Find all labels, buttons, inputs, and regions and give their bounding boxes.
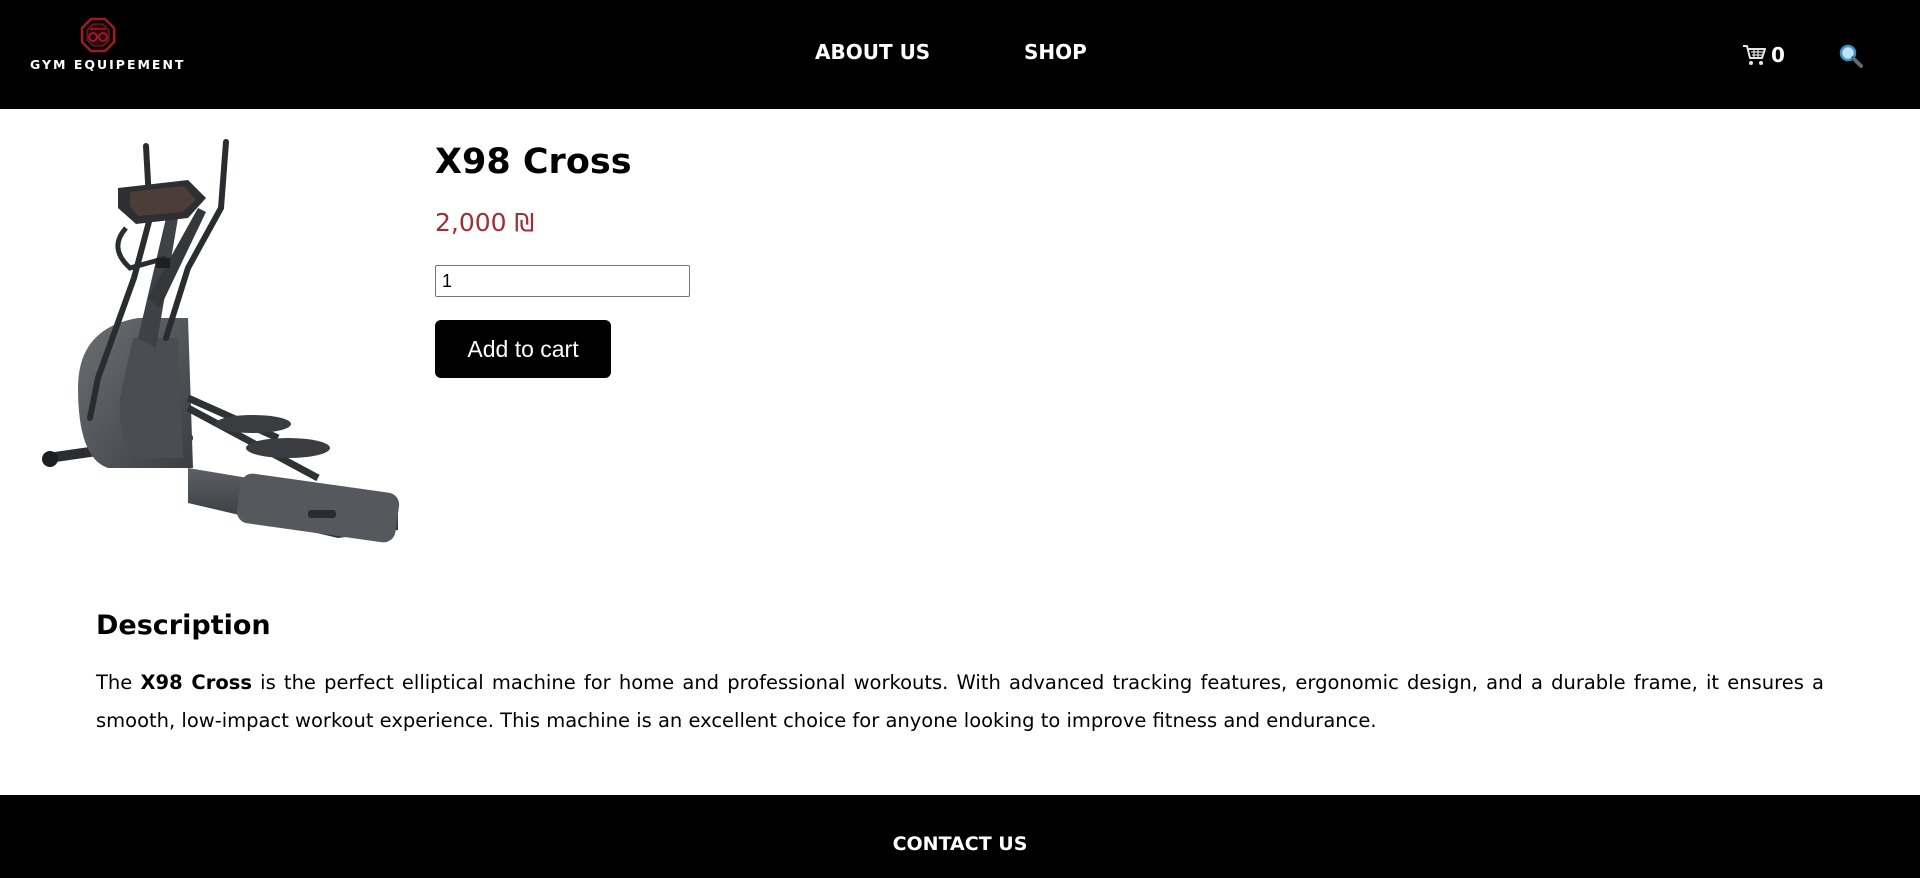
description-text-start: The <box>96 671 141 694</box>
cart-button[interactable]: 0 <box>1742 41 1785 69</box>
product-title: X98 Cross <box>435 142 632 182</box>
cart-count: 0 <box>1771 43 1785 67</box>
site-header: GYM EQUIPEMENT ABOUT US SHOP 0 <box>0 0 1920 109</box>
logo-text: GYM EQUIPEMENT <box>30 57 186 72</box>
nav-shop[interactable]: SHOP <box>1024 40 1087 64</box>
cart-icon <box>1743 45 1766 65</box>
contact-us-link[interactable]: CONTACT US <box>0 833 1920 855</box>
description-product-name: X98 Cross <box>140 671 252 694</box>
site-logo[interactable]: GYM EQUIPEMENT <box>30 17 186 77</box>
description-text: The X98 Cross is the perfect elliptical … <box>96 664 1824 740</box>
search-button[interactable] <box>1837 42 1865 70</box>
product-image <box>42 139 400 543</box>
description-heading: Description <box>96 610 271 641</box>
logo-octagon-icon <box>80 17 116 53</box>
description-text-rest: is the perfect elliptical machine for ho… <box>96 671 1825 732</box>
site-footer: CONTACT US <box>0 795 1920 878</box>
search-icon <box>1839 44 1863 68</box>
add-to-cart-button[interactable]: Add to cart <box>435 320 611 378</box>
quantity-input[interactable] <box>435 265 690 297</box>
nav-about-us[interactable]: ABOUT US <box>815 40 930 64</box>
product-price: 2,000 ₪ <box>435 208 535 237</box>
